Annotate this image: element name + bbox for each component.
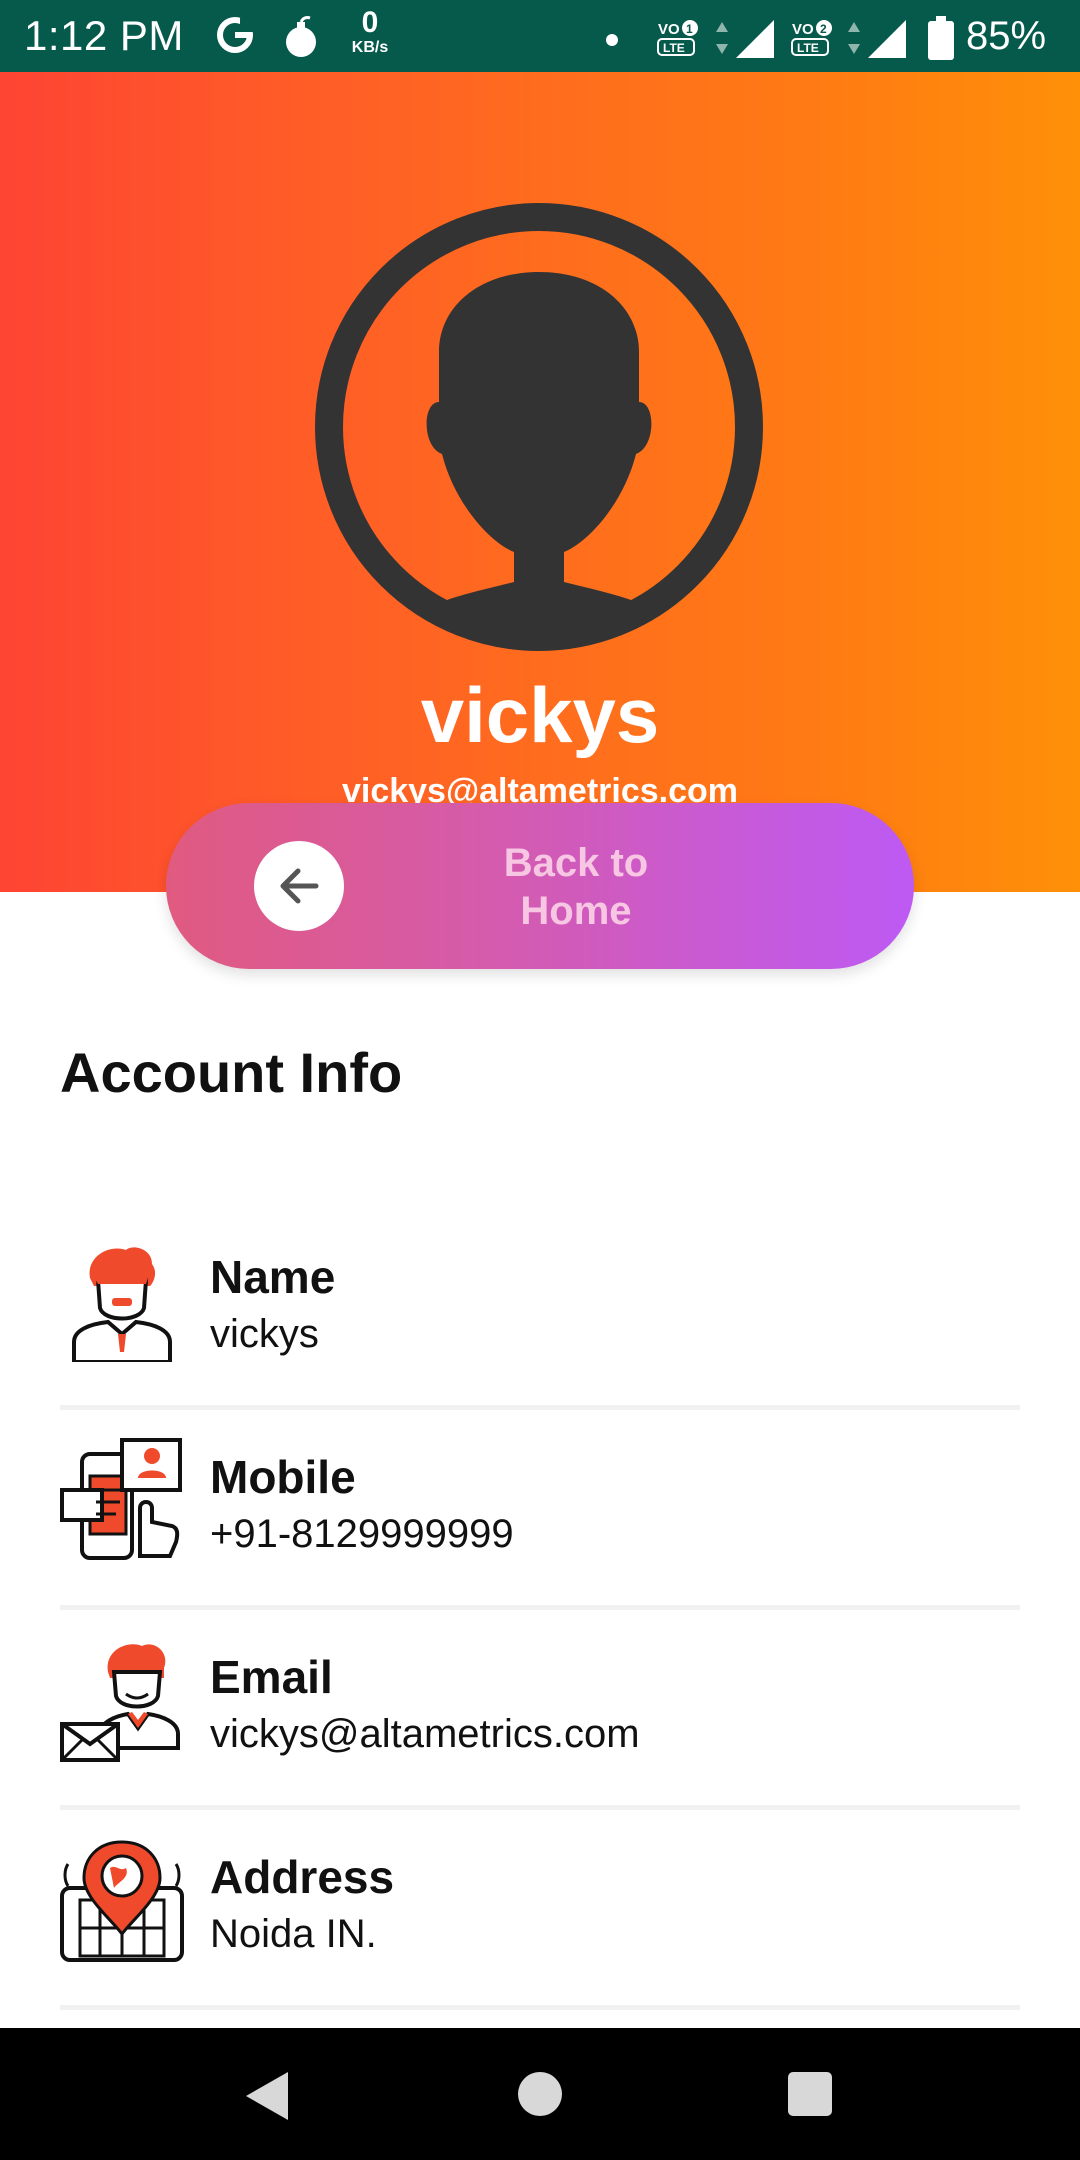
back-icon[interactable] — [244, 2072, 288, 2120]
svg-text:LTE: LTE — [663, 41, 685, 55]
signal-icon — [868, 20, 906, 58]
account-info-title: Account Info — [60, 1041, 403, 1104]
account-row-address: Address Noida IN. — [60, 1810, 1020, 2010]
svg-text:2: 2 — [820, 22, 827, 36]
email-icon — [60, 1644, 180, 1762]
person-icon — [72, 1247, 172, 1362]
svg-text:1: 1 — [686, 22, 693, 36]
profile-username: vickys — [420, 671, 660, 759]
battery-icon — [928, 16, 954, 60]
back-to-home-label: Back to Home — [503, 841, 649, 933]
dot-icon — [606, 34, 618, 46]
row-value: vickys — [210, 1312, 319, 1356]
row-value: +91-8129999999 — [210, 1512, 514, 1556]
row-value: Noida IN. — [210, 1912, 377, 1956]
account-row-mobile: Mobile +91-8129999999 — [60, 1410, 1020, 1610]
row-label: Name — [210, 1251, 336, 1303]
navigation-bar — [0, 2028, 1080, 2160]
mobile-icon — [60, 1438, 182, 1560]
svg-text:VO: VO — [658, 21, 680, 38]
location-icon — [60, 1840, 184, 1962]
data-arrows-icon — [716, 22, 728, 54]
signal-icon — [736, 20, 774, 58]
arrow-left-icon — [280, 868, 319, 904]
status-time: 1:12 PM — [24, 12, 184, 59]
back-circle — [254, 841, 344, 931]
divider — [60, 2005, 1020, 2010]
bomb-icon — [286, 16, 316, 57]
status-bar: 1:12 PM 0 KB/s VO 1 LTE VO 2 LTE 85% — [0, 0, 1080, 72]
avatar-icon — [315, 203, 763, 651]
home-icon[interactable] — [518, 2072, 562, 2116]
data-arrows-icon — [848, 22, 860, 54]
g-icon — [217, 17, 254, 53]
svg-text:LTE: LTE — [797, 41, 819, 55]
row-label: Email — [210, 1651, 333, 1703]
volte-icon: VO 2 LTE — [791, 20, 832, 56]
account-row-name: Name vickys — [60, 1210, 1020, 1410]
recents-icon[interactable] — [788, 2072, 832, 2116]
profile-header: vickys vickys@altametrics.com — [0, 72, 1080, 892]
net-speed: 0 KB/s — [351, 6, 389, 56]
row-value: vickys@altametrics.com — [210, 1712, 640, 1756]
row-label: Address — [210, 1851, 395, 1903]
battery-percent: 85% — [966, 14, 1047, 58]
row-label: Mobile — [210, 1451, 356, 1503]
svg-text:VO: VO — [792, 21, 814, 38]
account-row-email: Email vickys@altametrics.com — [60, 1610, 1020, 1810]
back-to-home-button[interactable]: Back to Home — [166, 803, 914, 969]
volte-icon: VO 1 LTE — [657, 20, 698, 56]
